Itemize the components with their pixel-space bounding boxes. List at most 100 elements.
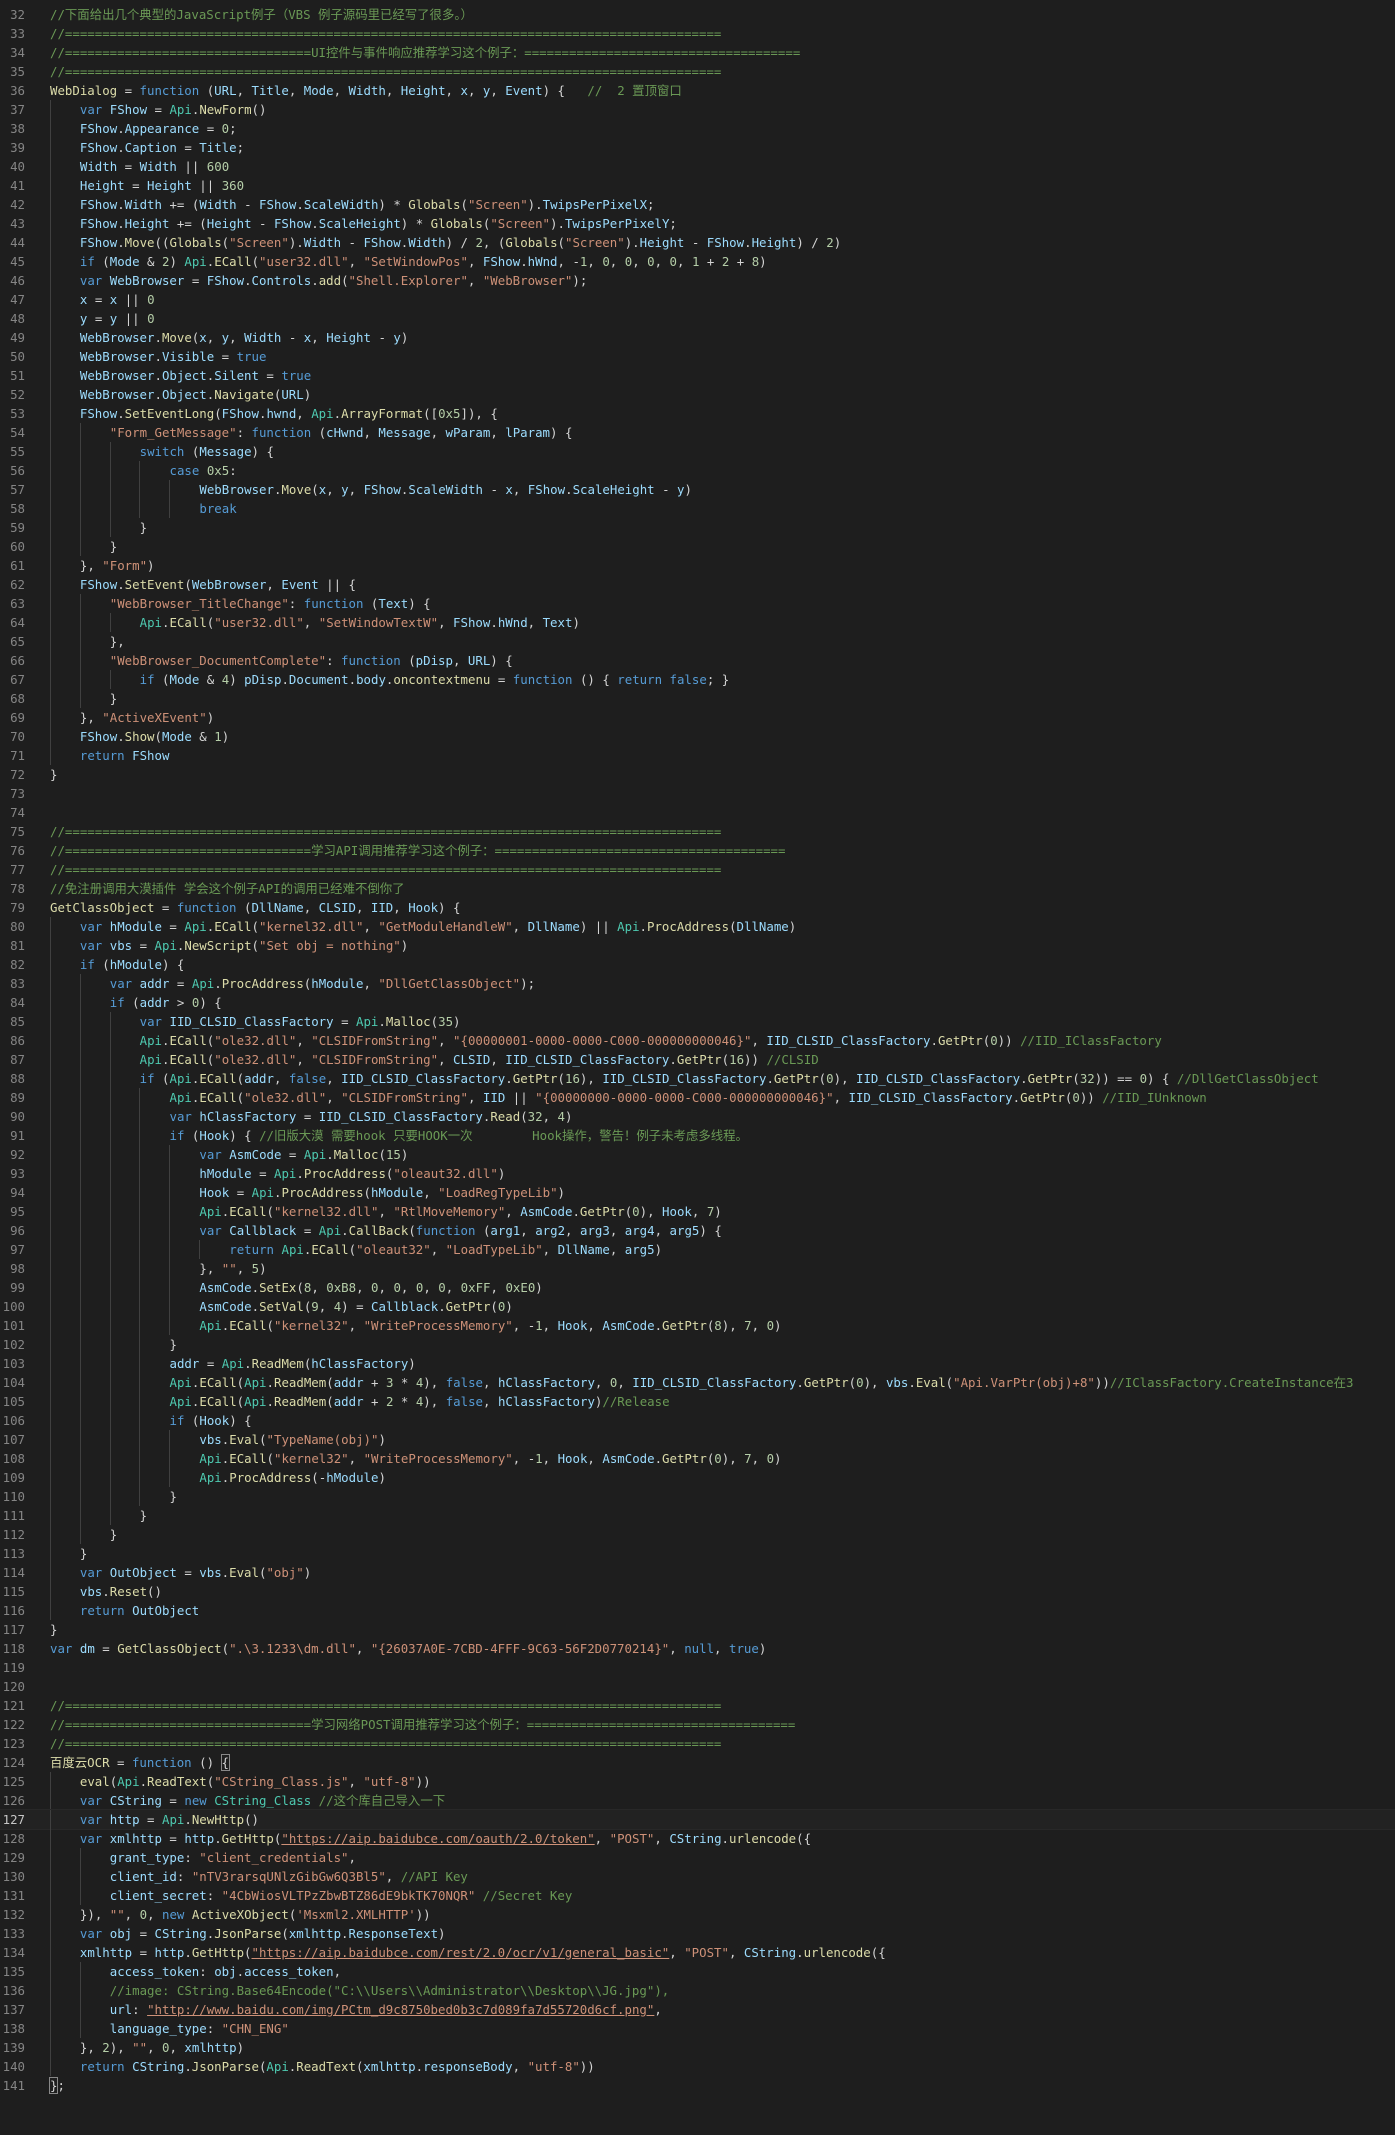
code-line[interactable]: 94 Hook = Api.ProcAddress(hModule, "Load… [0,1183,1395,1202]
code-line[interactable]: 114 var OutObject = vbs.Eval("obj") [0,1563,1395,1582]
code-line[interactable]: 138 language_type: "CHN_ENG" [0,2019,1395,2038]
code-line[interactable]: 72} [0,765,1395,784]
code-line[interactable]: 59 } [0,518,1395,537]
code-line[interactable]: 128 var xmlhttp = http.GetHttp("https://… [0,1829,1395,1848]
code-line[interactable]: 111 } [0,1506,1395,1525]
code-line[interactable]: 113 } [0,1544,1395,1563]
code-line[interactable]: 126 var CString = new CString_Class //这个… [0,1791,1395,1810]
code-line[interactable]: 74 [0,803,1395,822]
code-line[interactable]: 89 Api.ECall("ole32.dll", "CLSIDFromStri… [0,1088,1395,1107]
code-line[interactable]: 47 x = x || 0 [0,290,1395,309]
code-line[interactable]: 83 var addr = Api.ProcAddress(hModule, "… [0,974,1395,993]
code-line[interactable]: 140 return CString.JsonParse(Api.ReadTex… [0,2057,1395,2076]
code-line[interactable]: 95 Api.ECall("kernel32.dll", "RtlMoveMem… [0,1202,1395,1221]
code-line[interactable]: 127 var http = Api.NewHttp() [0,1809,1395,1830]
code-line[interactable]: 61 }, "Form") [0,556,1395,575]
code-line[interactable]: 131 client_secret: "4CbWiosVLTPzZbwBTZ86… [0,1886,1395,1905]
code-line[interactable]: 80 var hModule = Api.ECall("kernel32.dll… [0,917,1395,936]
code-line[interactable]: 123 //===================================… [0,1734,1395,1753]
code-line[interactable]: 78 //免注册调用大漠插件 学会这个例子API的调用已经难不倒你了 [0,879,1395,898]
code-line[interactable]: 55 switch (Message) { [0,442,1395,461]
code-line[interactable]: 107 vbs.Eval("TypeName(obj)") [0,1430,1395,1449]
code-line[interactable]: 105 Api.ECall(Api.ReadMem(addr + 2 * 4),… [0,1392,1395,1411]
code-line[interactable]: 69 }, "ActiveXEvent") [0,708,1395,727]
code-line[interactable]: 65 }, [0,632,1395,651]
code-line[interactable]: 104 Api.ECall(Api.ReadMem(addr + 3 * 4),… [0,1373,1395,1392]
code-line[interactable]: 108 Api.ECall("kernel32", "WriteProcessM… [0,1449,1395,1468]
code-line[interactable]: 85 var IID_CLSID_ClassFactory = Api.Mall… [0,1012,1395,1031]
code-line[interactable]: 32 //下面给出几个典型的JavaScript例子（VBS 例子源码里已经写了很… [0,5,1395,24]
code-line[interactable]: 115 vbs.Reset() [0,1582,1395,1601]
code-line[interactable]: 87 Api.ECall("ole32.dll", "CLSIDFromStri… [0,1050,1395,1069]
code-line[interactable]: 34 //=================================UI控… [0,43,1395,62]
code-line[interactable]: 93 hModule = Api.ProcAddress("oleaut32.d… [0,1164,1395,1183]
code-line[interactable]: 112 } [0,1525,1395,1544]
code-line[interactable]: 39 FShow.Caption = Title; [0,138,1395,157]
code-line[interactable]: 141}; [0,2076,1395,2095]
code-line[interactable]: 92 var AsmCode = Api.Malloc(15) [0,1145,1395,1164]
code-line[interactable]: 118 var dm = GetClassObject(".\3.1233\dm.… [0,1639,1395,1658]
code-line[interactable]: 98 }, "", 5) [0,1259,1395,1278]
code-line[interactable]: 76 //=================================学习A… [0,841,1395,860]
code-line[interactable]: 54 "Form_GetMessage": function (cHwnd, M… [0,423,1395,442]
code-line[interactable]: 58 break [0,499,1395,518]
code-line[interactable]: 73 [0,784,1395,803]
code-line[interactable]: 136 //image: CString.Base64Encode("C:\\U… [0,1981,1395,2000]
code-line[interactable]: 71 return FShow [0,746,1395,765]
code-line[interactable]: 56 case 0x5: [0,461,1395,480]
code-line[interactable]: 49 WebBrowser.Move(x, y, Width - x, Heig… [0,328,1395,347]
code-line[interactable]: 125 eval(Api.ReadText("CString_Class.js"… [0,1772,1395,1791]
code-line[interactable]: 132 }), "", 0, new ActiveXObject('Msxml2… [0,1905,1395,1924]
code-line[interactable]: 86 Api.ECall("ole32.dll", "CLSIDFromStri… [0,1031,1395,1050]
code-line[interactable]: 133 var obj = CString.JsonParse(xmlhttp.… [0,1924,1395,1943]
code-line[interactable]: 63 "WebBrowser_TitleChange": function (T… [0,594,1395,613]
code-line[interactable]: 97 return Api.ECall("oleaut32", "LoadTyp… [0,1240,1395,1259]
code-line[interactable]: 88 if (Api.ECall(addr, false, IID_CLSID_… [0,1069,1395,1088]
code-line[interactable]: 110 } [0,1487,1395,1506]
code-line[interactable]: 36 WebDialog = function (URL, Title, Mode… [0,81,1395,100]
code-line[interactable]: 50 WebBrowser.Visible = true [0,347,1395,366]
code-line[interactable]: 38 FShow.Appearance = 0; [0,119,1395,138]
code-line[interactable]: 60 } [0,537,1395,556]
code-line[interactable]: 51 WebBrowser.Object.Silent = true [0,366,1395,385]
code-line[interactable]: 35 //====================================… [0,62,1395,81]
code-line[interactable]: 48 y = y || 0 [0,309,1395,328]
code-line[interactable]: 119 [0,1658,1395,1677]
code-line[interactable]: 130 client_id: "nTV3rarsqUNlzGibGw6Q3Bl5… [0,1867,1395,1886]
code-line[interactable]: 33 //====================================… [0,24,1395,43]
code-line[interactable]: 40 Width = Width || 600 [0,157,1395,176]
code-line[interactable]: 117} [0,1620,1395,1639]
code-line[interactable]: 91 if (Hook) { //旧版大漠 需要hook 只要HOOK一次 Ho… [0,1126,1395,1145]
code-line[interactable]: 75 //====================================… [0,822,1395,841]
code-line[interactable]: 101 Api.ECall("kernel32", "WriteProcessM… [0,1316,1395,1335]
code-line[interactable]: 137 url: "http://www.baidu.com/img/PCtm_… [0,2000,1395,2019]
code-line[interactable]: 81 var vbs = Api.NewScript("Set obj = no… [0,936,1395,955]
code-line[interactable]: 120 [0,1677,1395,1696]
code-line[interactable]: 90 var hClassFactory = IID_CLSID_ClassFa… [0,1107,1395,1126]
code-line[interactable]: 46 var WebBrowser = FShow.Controls.add("… [0,271,1395,290]
code-line[interactable]: 70 FShow.Show(Mode & 1) [0,727,1395,746]
code-line[interactable]: 82 if (hModule) { [0,955,1395,974]
code-line[interactable]: 129 grant_type: "client_credentials", [0,1848,1395,1867]
code-line[interactable]: 135 access_token: obj.access_token, [0,1962,1395,1981]
code-line[interactable]: 77 //====================================… [0,860,1395,879]
code-line[interactable]: 64 Api.ECall("user32.dll", "SetWindowTex… [0,613,1395,632]
code-line[interactable]: 102 } [0,1335,1395,1354]
code-line[interactable]: 103 addr = Api.ReadMem(hClassFactory) [0,1354,1395,1373]
code-line[interactable]: 37 var FShow = Api.NewForm() [0,100,1395,119]
code-line[interactable]: 57 WebBrowser.Move(x, y, FShow.ScaleWidt… [0,480,1395,499]
code-line[interactable]: 45 if (Mode & 2) Api.ECall("user32.dll",… [0,252,1395,271]
code-line[interactable]: 109 Api.ProcAddress(-hModule) [0,1468,1395,1487]
code-line[interactable]: 68 } [0,689,1395,708]
code-line[interactable]: 124 百度云OCR = function () { [0,1753,1395,1772]
code-line[interactable]: 106 if (Hook) { [0,1411,1395,1430]
code-line[interactable]: 116 return OutObject [0,1601,1395,1620]
code-line[interactable]: 41 Height = Height || 360 [0,176,1395,195]
code-line[interactable]: 134 xmlhttp = http.GetHttp("https://aip.… [0,1943,1395,1962]
code-line[interactable]: 43 FShow.Height += (Height - FShow.Scale… [0,214,1395,233]
code-line[interactable]: 53 FShow.SetEventLong(FShow.hwnd, Api.Ar… [0,404,1395,423]
code-line[interactable]: 84 if (addr > 0) { [0,993,1395,1012]
code-line[interactable]: 99 AsmCode.SetEx(8, 0xB8, 0, 0, 0, 0, 0x… [0,1278,1395,1297]
code-line[interactable]: 139 }, 2), "", 0, xmlhttp) [0,2038,1395,2057]
code-editor[interactable]: 32 //下面给出几个典型的JavaScript例子（VBS 例子源码里已经写了很… [0,0,1395,2135]
